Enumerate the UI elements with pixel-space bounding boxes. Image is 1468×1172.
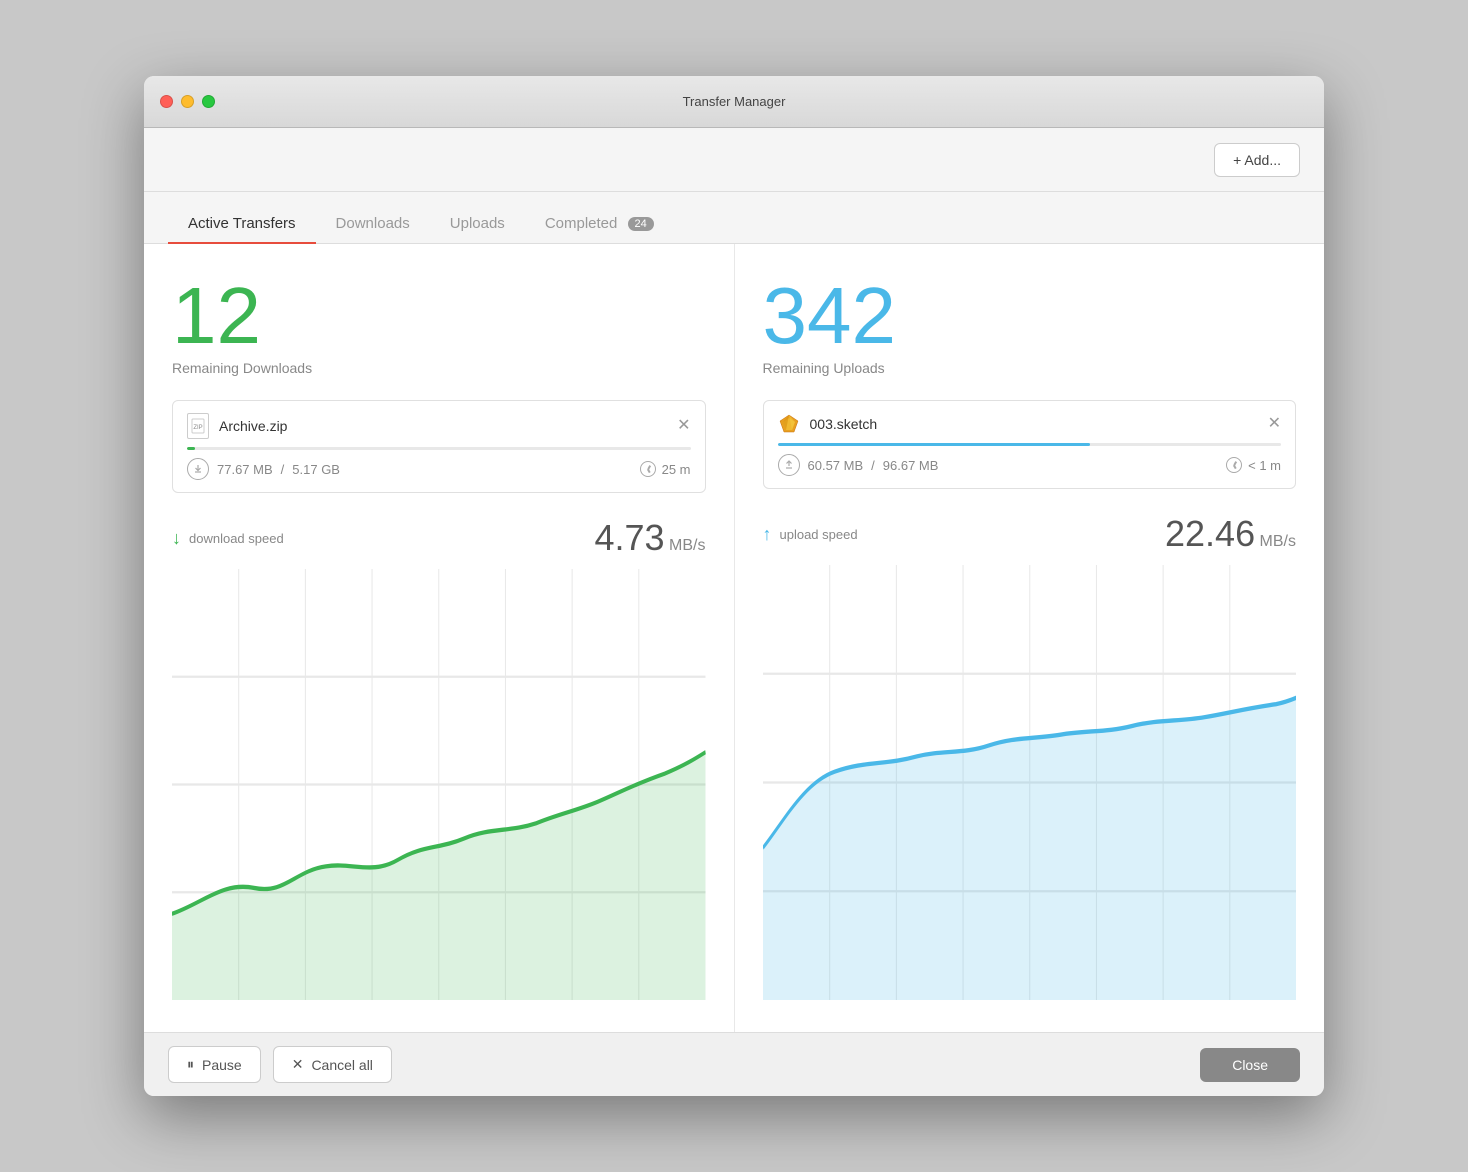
remaining-uploads-number: 342 <box>763 276 1297 356</box>
download-speed-section: ↓ download speed 4.73 MB/s <box>172 517 706 1000</box>
upload-size-row: 60.57 MB / 96.67 MB <box>778 454 939 476</box>
upload-icon <box>778 454 800 476</box>
download-progress-bar <box>187 447 691 450</box>
upload-speed-unit: MB/s <box>1260 533 1296 550</box>
remove-upload-button[interactable]: ✕ <box>1268 416 1281 432</box>
remaining-downloads-number: 12 <box>172 276 706 356</box>
download-progress-fill <box>187 447 195 450</box>
upload-chart <box>763 565 1297 1000</box>
maximize-window-button[interactable] <box>202 95 215 108</box>
remaining-uploads-label: Remaining Uploads <box>763 360 1297 376</box>
file-name-row: ZIP Archive.zip <box>187 413 287 439</box>
remaining-downloads-label: Remaining Downloads <box>172 360 706 376</box>
upload-file-stats: 60.57 MB / 96.67 MB < 1 m <box>778 454 1282 476</box>
downloads-count: 12 Remaining Downloads <box>172 276 706 376</box>
close-window-button[interactable] <box>160 95 173 108</box>
download-filename: Archive.zip <box>219 418 287 434</box>
zip-file-icon: ZIP <box>187 413 209 439</box>
upload-progress-bar <box>778 443 1282 446</box>
file-time-row: 25 m <box>640 461 691 477</box>
download-chart <box>172 569 706 1000</box>
download-speed-value: 4.73 <box>595 517 665 558</box>
toolbar: + Add... <box>144 128 1324 192</box>
download-icon <box>187 458 209 480</box>
upload-arrow-icon: ↑ <box>763 524 772 545</box>
upload-speed-value-row: 22.46 MB/s <box>1165 513 1296 555</box>
tab-active-transfers[interactable]: Active Transfers <box>168 205 316 244</box>
svg-text:ZIP: ZIP <box>193 425 202 431</box>
download-size-total: 5.17 GB <box>292 462 340 477</box>
cancel-label: Cancel all <box>311 1057 372 1073</box>
download-size-done: 77.67 MB <box>217 462 273 477</box>
add-button[interactable]: + Add... <box>1214 143 1300 177</box>
download-speed-label: download speed <box>189 531 284 546</box>
pause-icon: ⏸ <box>187 1056 194 1073</box>
speed-label-row: ↓ download speed <box>172 528 284 549</box>
speed-header: ↓ download speed 4.73 MB/s <box>172 517 706 559</box>
upload-speed-value: 22.46 <box>1165 513 1255 554</box>
upload-speed-label: upload speed <box>780 527 858 542</box>
titlebar: Transfer Manager <box>144 76 1324 128</box>
upload-file-item: 003.sketch ✕ 60.57 <box>763 400 1297 489</box>
upload-file-header: 003.sketch ✕ <box>778 413 1282 435</box>
file-header: ZIP Archive.zip ✕ <box>187 413 691 439</box>
cancel-all-button[interactable]: ✕ Cancel all <box>273 1046 392 1083</box>
file-stats: 77.67 MB / 5.17 GB 25 m <box>187 458 691 480</box>
upload-time-row: < 1 m <box>1226 457 1281 473</box>
upload-size-done: 60.57 MB <box>808 458 864 473</box>
upload-progress-fill <box>778 443 1090 446</box>
upload-speed-section: ↑ upload speed 22.46 MB/s <box>763 513 1297 1000</box>
tabs-bar: Active Transfers Downloads Uploads Compl… <box>144 192 1324 244</box>
tab-uploads[interactable]: Uploads <box>430 205 525 244</box>
upload-filename: 003.sketch <box>810 416 878 432</box>
tab-downloads[interactable]: Downloads <box>316 205 430 244</box>
completed-badge: 24 <box>628 217 654 231</box>
upload-speed-label-row: ↑ upload speed <box>763 524 858 545</box>
file-size-row: 77.67 MB / 5.17 GB <box>187 458 340 480</box>
close-button[interactable]: Close <box>1200 1048 1300 1082</box>
uploads-panel: 342 Remaining Uploads 003.sketch <box>735 244 1325 1032</box>
pause-button[interactable]: ⏸ Pause <box>168 1046 261 1083</box>
download-file-item: ZIP Archive.zip ✕ <box>172 400 706 493</box>
app-window: Transfer Manager + Add... Active Transfe… <box>144 76 1324 1096</box>
download-arrow-icon: ↓ <box>172 528 181 549</box>
clock-icon <box>640 461 656 477</box>
upload-file-name-row: 003.sketch <box>778 413 878 435</box>
uploads-count: 342 Remaining Uploads <box>763 276 1297 376</box>
cancel-icon: ✕ <box>292 1056 304 1073</box>
minimize-window-button[interactable] <box>181 95 194 108</box>
download-speed-unit: MB/s <box>669 537 705 554</box>
remove-download-button[interactable]: ✕ <box>677 418 690 434</box>
upload-clock-icon <box>1226 457 1242 473</box>
bottom-bar: ⏸ Pause ✕ Cancel all Close <box>144 1032 1324 1096</box>
traffic-lights <box>160 95 215 108</box>
downloads-panel: 12 Remaining Downloads ZIP Archive.zip <box>144 244 735 1032</box>
close-label: Close <box>1232 1057 1268 1073</box>
upload-speed-header: ↑ upload speed 22.46 MB/s <box>763 513 1297 555</box>
upload-time-remaining: < 1 m <box>1248 458 1281 473</box>
upload-size-total: 96.67 MB <box>883 458 939 473</box>
tab-completed[interactable]: Completed 24 <box>525 205 674 244</box>
sketch-file-icon <box>778 413 800 435</box>
download-time-remaining: 25 m <box>662 462 691 477</box>
bottom-actions: ⏸ Pause ✕ Cancel all <box>168 1046 392 1083</box>
add-label: + Add... <box>1233 152 1281 168</box>
download-speed-value-row: 4.73 MB/s <box>595 517 706 559</box>
main-content: 12 Remaining Downloads ZIP Archive.zip <box>144 244 1324 1032</box>
pause-label: Pause <box>202 1057 242 1073</box>
window-title: Transfer Manager <box>683 94 786 109</box>
